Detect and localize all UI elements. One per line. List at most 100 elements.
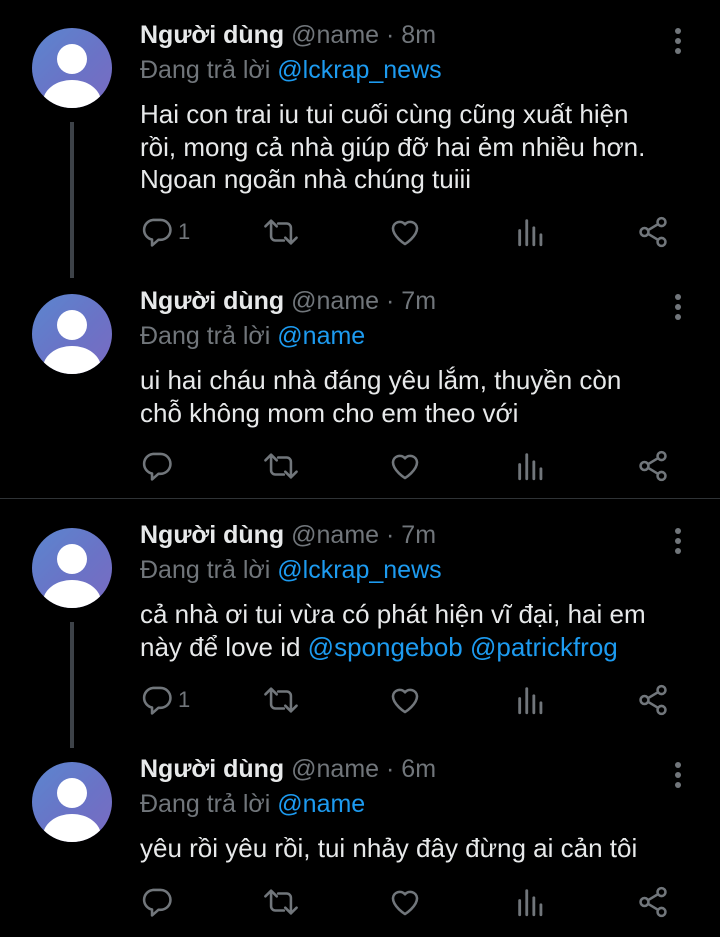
thread-line (70, 122, 74, 278)
tweet-text: ui hai cháu nhà đáng yêu lắm, thuyền còn… (140, 364, 700, 429)
reply-icon (142, 888, 172, 917)
tweet-header: Người dùng @name · 7m (140, 518, 436, 552)
avatar[interactable] (32, 294, 112, 374)
tweet-text-line: này để love id @spongebob @patrickfrog (140, 631, 700, 664)
share-button[interactable] (636, 214, 670, 250)
like-button[interactable] (388, 884, 422, 920)
share-button[interactable] (636, 682, 670, 718)
replying-to: Đang trả lời @name (140, 319, 365, 353)
tweet-text-fragment: này để love id (140, 631, 308, 662)
analytics-button[interactable] (514, 214, 548, 250)
more-options-icon[interactable] (668, 760, 688, 790)
tweet-header: Người dùng @name · 6m (140, 752, 436, 786)
heart-icon (391, 454, 419, 480)
analytics-icon (518, 219, 543, 247)
retweet-button[interactable] (262, 448, 300, 484)
avatar[interactable] (32, 528, 112, 608)
analytics-button[interactable] (514, 682, 548, 718)
tweet-text-line: Hai con trai iu tui cuối cùng cũng xuất … (140, 99, 629, 129)
action-bar: 1 (140, 214, 700, 254)
replying-to-mention[interactable]: @lckrap_news (277, 56, 441, 84)
tweet-text-line: Ngoan ngoãn nhà chúng tuiii (140, 164, 472, 194)
user-handle[interactable]: @name (291, 21, 379, 49)
reply-count: 1 (178, 219, 191, 244)
separator-dot: · (386, 21, 395, 49)
display-name[interactable]: Người dùng (140, 287, 284, 315)
avatar[interactable] (32, 28, 112, 108)
user-handle[interactable]: @name (291, 755, 379, 783)
retweet-icon (264, 687, 298, 713)
tweet-text: yêu rồi yêu rồi, tui nhảy đây đừng ai cả… (140, 832, 700, 865)
analytics-icon (518, 889, 543, 917)
retweet-button[interactable] (262, 214, 300, 250)
timestamp[interactable]: 7m (401, 521, 436, 549)
analytics-button[interactable] (514, 448, 548, 484)
tweet-header: Người dùng @name · 7m (140, 284, 436, 318)
default-user-icon (43, 544, 101, 608)
heart-icon (391, 890, 419, 916)
replying-to-label: Đang trả lời (140, 556, 271, 584)
retweet-icon (264, 453, 298, 479)
tweet-text: cả nhà ơi tui vừa có phát hiện vĩ đại, h… (140, 598, 700, 663)
reply-icon (142, 686, 172, 715)
reply-icon (142, 452, 172, 481)
analytics-icon (518, 687, 543, 715)
reply-count: 1 (178, 687, 191, 712)
replying-to-mention[interactable]: @name (277, 322, 365, 350)
tweet-text: Hai con trai iu tui cuối cùng cũng xuất … (140, 98, 700, 196)
like-button[interactable] (388, 682, 422, 718)
display-name[interactable]: Người dùng (140, 21, 284, 49)
default-user-icon (43, 310, 101, 374)
thread-line (70, 622, 74, 748)
retweet-button[interactable] (262, 682, 300, 718)
more-options-icon[interactable] (668, 526, 688, 556)
share-button[interactable] (636, 448, 670, 484)
display-name[interactable]: Người dùng (140, 755, 284, 783)
mention-link[interactable]: @patrickfrog (470, 632, 618, 662)
user-handle[interactable]: @name (291, 521, 379, 549)
replying-to: Đang trả lời @lckrap_news (140, 53, 442, 87)
tweet-text-line: rồi, mong cả nhà giúp đỡ hai ẻm nhiều hơ… (140, 131, 646, 162)
heart-icon (391, 220, 419, 246)
share-icon (639, 450, 667, 482)
more-options-icon[interactable] (668, 292, 688, 322)
share-icon (639, 216, 667, 248)
retweet-button[interactable] (262, 884, 300, 920)
replying-to-label: Đang trả lời (140, 790, 271, 818)
reply-button[interactable]: 1 (140, 682, 190, 718)
default-user-icon (43, 44, 101, 108)
separator-dot: · (386, 521, 395, 549)
mention-link[interactable]: @spongebob (308, 632, 463, 662)
user-handle[interactable]: @name (291, 287, 379, 315)
reply-button[interactable] (140, 448, 178, 484)
replying-to-mention[interactable]: @lckrap_news (277, 556, 441, 584)
heart-icon (391, 688, 419, 714)
reply-icon (142, 218, 172, 247)
display-name[interactable]: Người dùng (140, 521, 284, 549)
tweet-text-line: yêu rồi yêu rồi, tui nhảy đây đừng ai cả… (140, 833, 638, 863)
retweet-icon (264, 219, 298, 245)
timestamp[interactable]: 7m (401, 287, 436, 315)
replying-to: Đang trả lời @name (140, 787, 365, 821)
thread-divider (0, 498, 720, 499)
replying-to: Đang trả lời @lckrap_news (140, 553, 442, 587)
timestamp[interactable]: 8m (401, 21, 436, 49)
reply-button[interactable]: 1 (140, 214, 190, 250)
like-button[interactable] (388, 214, 422, 250)
retweet-icon (264, 889, 298, 915)
share-icon (639, 684, 667, 716)
action-bar: 1 (140, 682, 700, 722)
timestamp[interactable]: 6m (401, 755, 436, 783)
action-bar (140, 884, 700, 924)
tweet-text-line: ui hai cháu nhà đáng yêu lắm, thuyền còn (140, 365, 622, 395)
tweet-text-line: cả nhà ơi tui vừa có phát hiện vĩ đại, h… (140, 599, 646, 629)
tweet-header: Người dùng @name · 8m (140, 18, 436, 52)
like-button[interactable] (388, 448, 422, 484)
share-button[interactable] (636, 884, 670, 920)
analytics-button[interactable] (514, 884, 548, 920)
more-options-icon[interactable] (668, 26, 688, 56)
reply-button[interactable] (140, 884, 178, 920)
replying-to-mention[interactable]: @name (277, 790, 365, 818)
separator-dot: · (386, 287, 395, 315)
avatar[interactable] (32, 762, 112, 842)
